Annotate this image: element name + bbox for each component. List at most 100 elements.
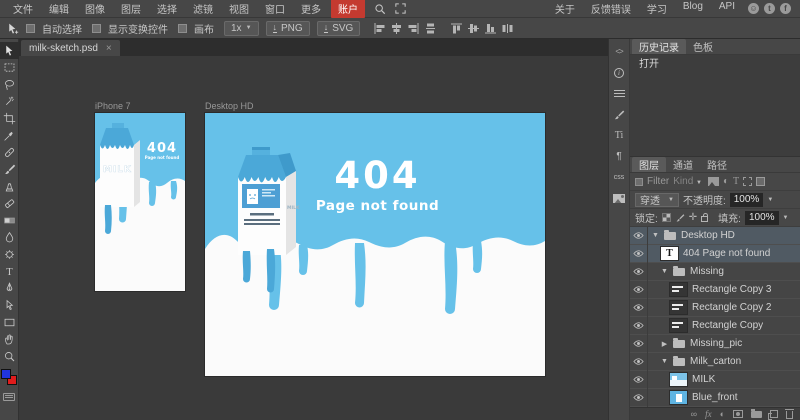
align-center-horizontal-icon[interactable] — [390, 22, 403, 35]
menu-right-item-4[interactable]: API — [717, 0, 737, 18]
properties-panel-icon[interactable] — [609, 83, 629, 104]
pen-tool[interactable] — [0, 280, 19, 297]
layer-row-rectangle-copy[interactable]: Rectangle Copy — [630, 317, 800, 335]
export-png-button[interactable]: ↓PNG — [266, 21, 310, 36]
clone-stamp-tool[interactable] — [0, 178, 19, 195]
facebook-icon[interactable]: f — [780, 3, 791, 14]
menu-item-4[interactable]: 选择 — [149, 0, 185, 18]
align-middle-vertical-icon[interactable] — [467, 22, 480, 35]
menu-item-5[interactable]: 滤镜 — [185, 0, 221, 18]
menu-item-3[interactable]: 图层 — [113, 0, 149, 18]
layer-visibility-eye-icon[interactable] — [630, 299, 648, 317]
layer-row-blue-front[interactable]: Blue_front — [630, 389, 800, 407]
account-button[interactable]: 账户 — [331, 0, 365, 18]
dodge-tool[interactable] — [0, 246, 19, 263]
layer-row-rectangle-copy-3[interactable]: Rectangle Copy 3 — [630, 281, 800, 299]
layer-visibility-eye-icon[interactable] — [630, 335, 648, 353]
layer-visibility-eye-icon[interactable] — [630, 389, 648, 407]
layer-visibility-eye-icon[interactable] — [630, 245, 648, 263]
layer-mask-icon[interactable] — [733, 410, 743, 418]
menu-right-item-3[interactable]: Blog — [681, 0, 705, 18]
auto-select-checkbox[interactable] — [26, 24, 35, 33]
canvas-checkbox[interactable] — [178, 24, 187, 33]
hand-tool[interactable] — [0, 331, 19, 348]
search-icon[interactable] — [374, 3, 386, 15]
tab-history-1[interactable]: 色板 — [686, 39, 720, 54]
collapse-group-icon[interactable]: ▼ — [661, 268, 668, 275]
keyboard-shortcuts-icon[interactable] — [3, 393, 15, 401]
layer-row-milk-carton[interactable]: ▼Milk_carton — [630, 353, 800, 371]
tab-layers-1[interactable]: 通道 — [666, 157, 700, 172]
lock-all-icon[interactable] — [701, 216, 708, 222]
layer-row-rectangle-copy-2[interactable]: Rectangle Copy 2 — [630, 299, 800, 317]
close-icon[interactable]: × — [106, 43, 112, 54]
menu-item-0[interactable]: 文件 — [5, 0, 41, 18]
filter-pixel-layers-icon[interactable] — [708, 177, 719, 186]
blur-tool[interactable] — [0, 229, 19, 246]
layer-row-desktop-hd[interactable]: ▼Desktop HD — [630, 227, 800, 245]
fullscreen-icon[interactable] — [395, 3, 406, 14]
delete-layer-icon[interactable] — [786, 411, 793, 419]
layer-row-404-page-not-found[interactable]: T404 Page not found — [630, 245, 800, 263]
collapse-group-icon[interactable]: ▼ — [661, 358, 668, 365]
blend-mode-select[interactable]: 穿透▼ — [635, 193, 679, 207]
tab-layers-2[interactable]: 路径 — [700, 157, 734, 172]
artboard-label-desktop[interactable]: Desktop HD — [205, 101, 254, 111]
gradient-tool[interactable] — [0, 212, 19, 229]
layer-row-missing[interactable]: ▼Missing — [630, 263, 800, 281]
fill-input[interactable]: 100% — [745, 211, 779, 225]
link-layers-icon[interactable]: ∞ — [691, 410, 697, 419]
menu-item-8[interactable]: 更多 — [293, 0, 329, 18]
image-panel-icon[interactable] — [609, 188, 629, 209]
layer-row-milk[interactable]: MILK — [630, 371, 800, 389]
history-entry-0[interactable]: 打开 — [630, 55, 800, 70]
brush-tool[interactable] — [0, 161, 19, 178]
filter-smart-objects-icon[interactable] — [756, 177, 765, 186]
foreground-color-swatch[interactable] — [1, 369, 11, 379]
twitter-icon[interactable]: t — [764, 3, 775, 14]
collapse-group-icon[interactable]: ▼ — [652, 232, 659, 239]
color-swatches[interactable] — [1, 369, 17, 385]
filter-shape-layers-icon[interactable] — [743, 177, 752, 186]
type-tool[interactable]: T — [0, 263, 19, 280]
document-tab[interactable]: milk-sketch.psd × — [21, 40, 120, 56]
align-top-icon[interactable] — [450, 22, 463, 35]
lock-transparency-icon[interactable] — [662, 213, 671, 222]
move-tool[interactable] — [0, 42, 19, 59]
menu-right-item-1[interactable]: 反馈错误 — [589, 0, 633, 18]
layer-row-missing-pic[interactable]: ▶Missing_pic — [630, 335, 800, 353]
rect-select-tool[interactable] — [0, 59, 19, 76]
menu-item-7[interactable]: 窗口 — [257, 0, 293, 18]
magic-wand-tool[interactable] — [0, 93, 19, 110]
canvas-area[interactable]: iPhone 7 MILK — [19, 56, 608, 420]
new-group-icon[interactable] — [751, 411, 762, 418]
export-svg-button[interactable]: ↓SVG — [317, 21, 361, 36]
menu-item-2[interactable]: 图像 — [77, 0, 113, 18]
menu-right-item-2[interactable]: 学习 — [645, 0, 669, 18]
collapse-panels-icon[interactable]: <> — [609, 41, 629, 62]
lasso-tool[interactable] — [0, 76, 19, 93]
layer-visibility-eye-icon[interactable] — [630, 263, 648, 281]
tab-layers-0[interactable]: 图层 — [632, 157, 666, 172]
show-controls-checkbox[interactable] — [92, 24, 101, 33]
chevron-down-icon[interactable]: ▼ — [767, 197, 773, 203]
eraser-tool[interactable] — [0, 195, 19, 212]
menu-right-item-0[interactable]: 关于 — [553, 0, 577, 18]
filter-checkbox[interactable] — [635, 178, 643, 186]
align-left-icon[interactable] — [373, 22, 386, 35]
crop-tool[interactable] — [0, 110, 19, 127]
artboard-label-iphone[interactable]: iPhone 7 — [95, 101, 131, 111]
layer-visibility-eye-icon[interactable] — [630, 353, 648, 371]
tab-history-0[interactable]: 历史记录 — [632, 39, 686, 54]
align-right-icon[interactable] — [407, 22, 420, 35]
zoom-tool[interactable] — [0, 348, 19, 365]
brush-settings-panel-icon[interactable] — [609, 104, 629, 125]
distribute-horizontal-icon[interactable] — [501, 22, 514, 35]
layer-visibility-eye-icon[interactable] — [630, 317, 648, 335]
layer-effects-icon[interactable]: fx — [705, 410, 712, 419]
info-panel-icon[interactable]: i — [609, 62, 629, 83]
lock-position-icon[interactable]: ✛ — [689, 213, 697, 223]
character-panel-icon[interactable]: Ti — [609, 125, 629, 146]
menu-item-6[interactable]: 视图 — [221, 0, 257, 18]
artboard-iphone[interactable]: MILK 404 Page not found — [95, 113, 185, 291]
